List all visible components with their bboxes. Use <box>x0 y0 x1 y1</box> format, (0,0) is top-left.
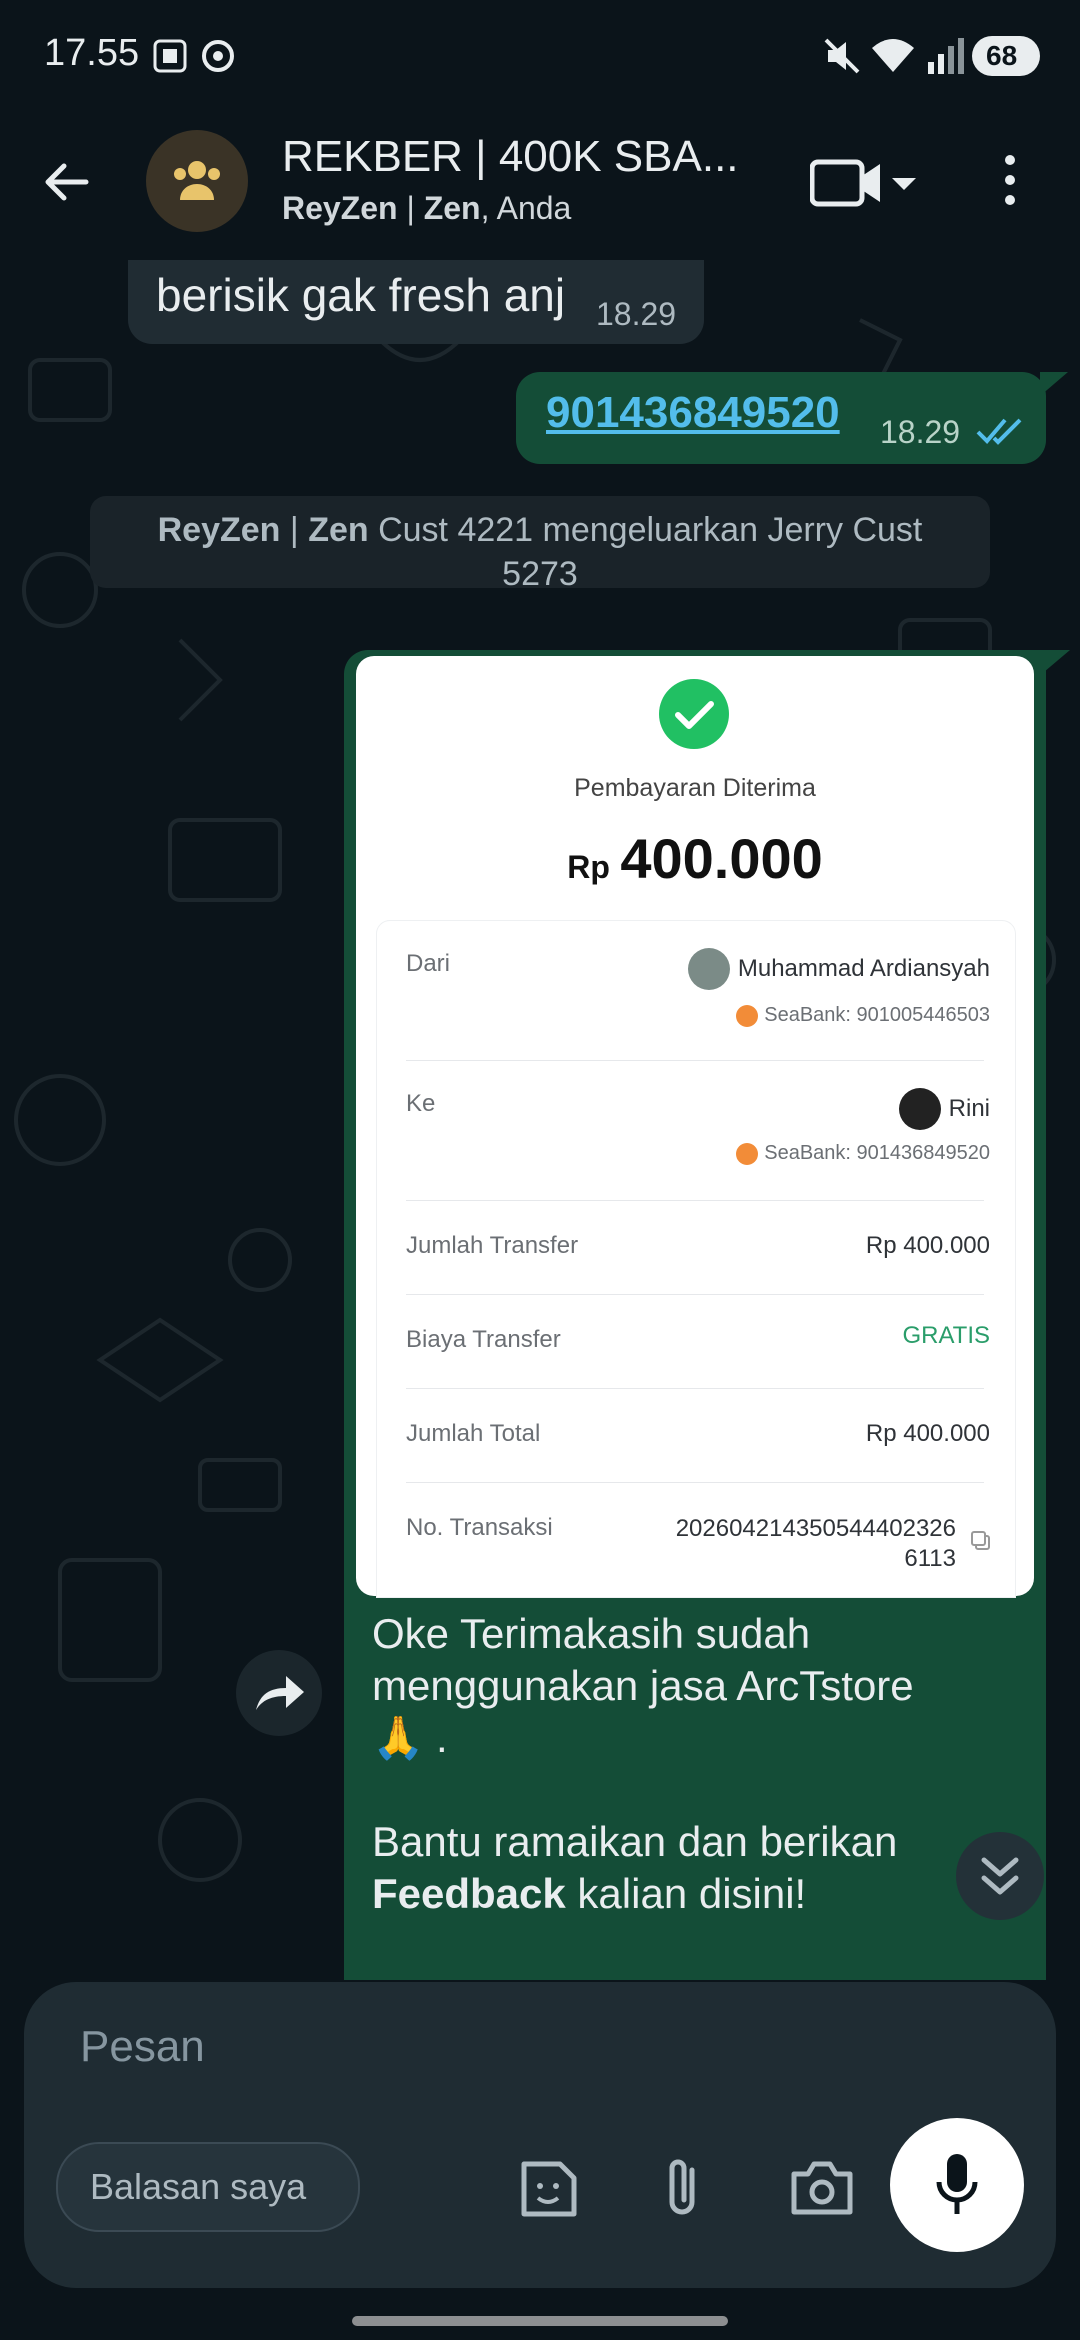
transfer-amount-label: Jumlah Transfer <box>406 1232 579 1259</box>
gesture-nav-bar[interactable] <box>352 2316 728 2326</box>
transfer-fee-value: GRATIS <box>902 1322 990 1349</box>
caption-bold: Feedback <box>372 1870 566 1917</box>
from-label: Dari <box>406 950 451 977</box>
attachment-icon[interactable] <box>660 2156 704 2225</box>
receipt-details: Dari Muhammad Ardiansyah SeaBank: 901005… <box>376 920 1016 1598</box>
clock: 17.55 <box>44 32 140 74</box>
caption-line: Bantu ramaikan dan berikan <box>372 1818 898 1865</box>
outgoing-message[interactable]: 901436849520 18.29 <box>516 372 1046 464</box>
forward-button[interactable] <box>236 1650 322 1736</box>
transfer-fee-label: Biaya Transfer <box>406 1326 561 1353</box>
member-separator: | <box>397 190 424 226</box>
message-text: berisik gak fresh anj <box>156 269 566 321</box>
check-circle-icon <box>659 679 729 749</box>
caption-line: 🙏 . <box>372 1714 448 1761</box>
message-input[interactable]: Pesan <box>80 2022 205 2072</box>
signal-icon <box>928 38 966 79</box>
incoming-message[interactable]: berisik gak fresh anj 18.29 <box>128 260 704 344</box>
transaction-number: 202604214350544402326 6113 <box>676 1514 956 1574</box>
total-amount-value: Rp 400.000 <box>865 1420 990 1447</box>
screenshot-icon <box>152 38 188 79</box>
sender-bank: SeaBank: 901005446503 <box>764 1004 990 1026</box>
wifi-icon <box>870 36 916 81</box>
status-bar: 17.55 68 <box>0 0 1080 110</box>
system-name-1: ReyZen <box>157 511 281 549</box>
to-account: Rini <box>898 1088 990 1130</box>
read-receipt-icon <box>976 418 1022 445</box>
sender-name: Muhammad Ardiansyah <box>737 955 990 982</box>
to-bank: SeaBank: 901436849520 <box>736 1142 990 1165</box>
system-text: Cust 4221 mengeluarkan Jerry Cust 5273 <box>368 511 923 593</box>
to-label: Ke <box>406 1090 436 1117</box>
transfer-amount-value: Rp 400.000 <box>865 1232 990 1259</box>
transaction-number-line1: 202604214350544402326 <box>675 1515 956 1542</box>
caption-line: kalian disini! <box>565 1870 807 1917</box>
chat-members[interactable]: ReyZen | Zen, Anda <box>282 190 571 227</box>
outgoing-image-message[interactable]: Pembayaran Diterima Rp 400.000 Dari Muha… <box>344 650 1046 1980</box>
system-notice: ReyZen | Zen Cust 4221 mengeluarkan Jerr… <box>90 496 990 593</box>
battery-icon: 68 <box>972 36 1040 76</box>
mute-icon <box>822 36 862 81</box>
transaction-no-label: No. Transaksi <box>406 1514 553 1541</box>
scroll-to-bottom-button[interactable] <box>956 1832 1044 1920</box>
from-account: Muhammad Ardiansyah <box>687 948 990 990</box>
copy-icon[interactable] <box>970 1530 992 1552</box>
forward-icon <box>256 1676 304 1710</box>
sender-avatar <box>687 948 730 990</box>
seabank-icon <box>736 1142 759 1165</box>
bubble-tail <box>1040 372 1068 396</box>
payment-amount: Rp 400.000 <box>356 826 1034 891</box>
seabank-icon <box>736 1004 759 1027</box>
battery-level: 68 <box>986 40 1018 71</box>
recipient-name: Rini <box>948 1095 990 1122</box>
back-arrow-icon[interactable] <box>40 156 92 213</box>
app-notification-icon <box>200 38 236 79</box>
quick-reply-button[interactable]: Balasan saya <box>56 2142 360 2232</box>
payment-receipt-image[interactable]: Pembayaran Diterima Rp 400.000 Dari Muha… <box>356 656 1034 1598</box>
payment-status: Pembayaran Diterima <box>574 774 816 802</box>
sticker-icon[interactable] <box>518 2158 580 2225</box>
currency: Rp <box>567 849 610 885</box>
group-avatar[interactable] <box>146 130 248 232</box>
more-options-icon[interactable] <box>1000 150 1020 215</box>
member-rest: , Anda <box>480 190 572 226</box>
voice-record-button[interactable] <box>890 2118 1024 2252</box>
chat-title[interactable]: REKBER | 400K SBA... <box>282 132 739 182</box>
caption-line: menggunakan jasa ArcTstore <box>372 1662 914 1709</box>
transaction-number-line2: 6113 <box>904 1545 956 1572</box>
amount: 400.000 <box>620 827 823 890</box>
message-composer: Pesan Balasan saya <box>24 1982 1056 2288</box>
system-separator: | <box>280 511 309 549</box>
member-name-bold-2: Zen <box>423 190 481 226</box>
video-call-button[interactable] <box>809 154 920 219</box>
microphone-icon <box>936 2154 978 2214</box>
double-chevron-down-icon <box>981 1857 1019 1895</box>
member-name-bold: ReyZen <box>282 190 398 226</box>
message-caption: Oke Terimakasih sudah menggunakan jasa A… <box>372 1608 1012 1920</box>
system-name-2: Zen <box>308 511 369 549</box>
message-time: 18.29 <box>880 414 961 450</box>
from-bank: SeaBank: 901005446503 <box>736 1004 990 1027</box>
recipient-avatar <box>898 1088 941 1130</box>
account-number-link[interactable]: 901436849520 <box>546 388 840 438</box>
caption-line: Oke Terimakasih sudah <box>372 1610 811 1657</box>
chat-header: REKBER | 400K SBA... ReyZen | Zen, Anda <box>0 110 1080 260</box>
recipient-bank: SeaBank: 901436849520 <box>764 1142 990 1164</box>
bubble-tail <box>1044 650 1070 672</box>
message-time: 18.29 <box>596 296 677 332</box>
total-amount-label: Jumlah Total <box>406 1420 541 1447</box>
camera-icon[interactable] <box>790 2160 854 2221</box>
quick-reply-label: Balasan saya <box>90 2166 307 2207</box>
chat-area[interactable]: berisik gak fresh anj 18.29 901436849520… <box>0 260 1080 1980</box>
